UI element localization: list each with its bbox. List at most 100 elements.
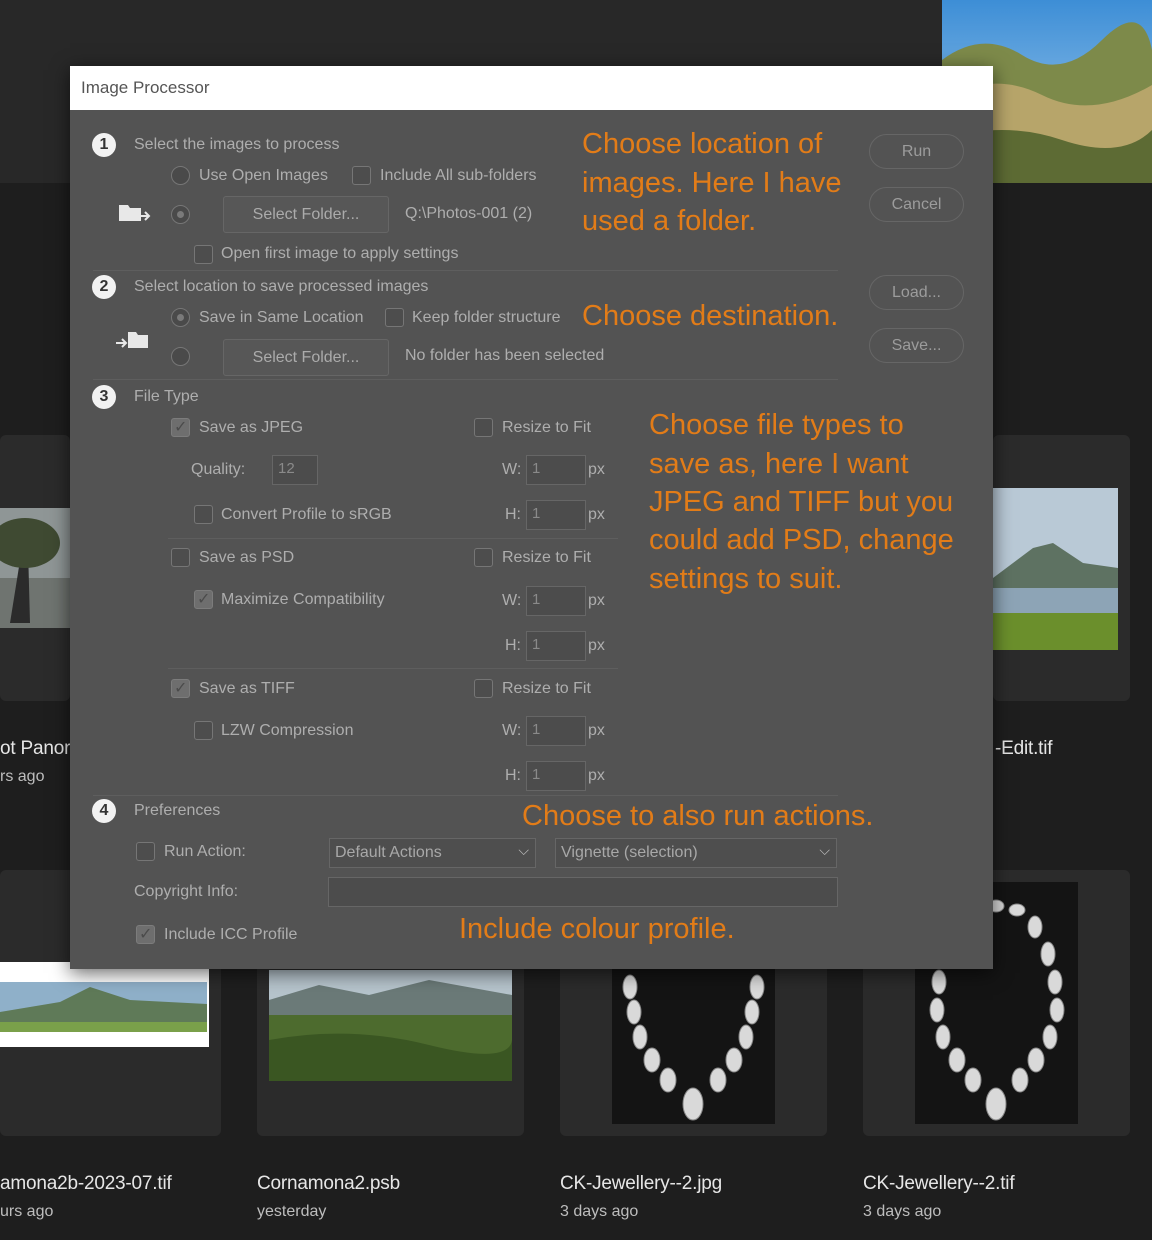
divider: [168, 668, 618, 669]
quality-label: Quality:: [191, 461, 246, 478]
cancel-button[interactable]: Cancel: [869, 187, 964, 222]
jpeg-resize-checkbox[interactable]: [474, 418, 493, 437]
psd-resize-label: Resize to Fit: [502, 549, 591, 566]
step-4-badge: 4: [92, 799, 116, 823]
annotation-line: Choose to also run actions.: [522, 800, 874, 832]
tiff-resize-checkbox[interactable]: [474, 679, 493, 698]
psd-resize-checkbox[interactable]: [474, 548, 493, 567]
save-as-jpeg-checkbox[interactable]: [171, 417, 190, 437]
maximize-compatibility-checkbox[interactable]: [194, 589, 213, 609]
save-as-tiff-checkbox[interactable]: [171, 678, 190, 698]
keep-folder-structure-checkbox[interactable]: [385, 308, 404, 327]
annotation-line: used a folder.: [582, 205, 757, 237]
jpeg-width-unit: px: [588, 461, 605, 478]
jpeg-resize-label: Resize to Fit: [502, 419, 591, 436]
psd-height-unit: px: [588, 637, 605, 654]
step-1-badge: 1: [92, 133, 116, 157]
jpeg-height-unit: px: [588, 506, 605, 523]
include-icc-label: Include ICC Profile: [164, 926, 298, 943]
tiff-resize-label: Resize to Fit: [502, 680, 591, 697]
thumbnail-mountain-lake: [993, 488, 1118, 650]
copyright-label: Copyright Info:: [134, 883, 239, 900]
jpeg-height-label: H:: [505, 506, 521, 523]
divider: [168, 538, 618, 539]
copyright-input[interactable]: [328, 877, 838, 907]
tiff-width-label: W:: [502, 722, 522, 739]
file-date: 3 days ago: [863, 1203, 942, 1220]
action-set-select[interactable]: Default Actions ⌵: [329, 838, 536, 868]
file-name[interactable]: Cornamona2.psb: [257, 1173, 400, 1195]
run-button[interactable]: Run: [869, 134, 964, 169]
psd-width-unit: px: [588, 592, 605, 609]
keep-folder-structure-label: Keep folder structure: [412, 309, 561, 326]
include-subfolders-checkbox[interactable]: [352, 166, 371, 185]
step-2-badge: 2: [92, 275, 116, 299]
run-action-label: Run Action:: [164, 843, 246, 860]
annotation-line: save as, here I want: [649, 448, 909, 480]
annotation-line: images. Here I have: [582, 167, 842, 199]
tiff-width-input[interactable]: 1: [526, 716, 586, 746]
annotation-line: Choose location of: [582, 128, 823, 160]
file-name[interactable]: -Edit.tif: [995, 738, 1053, 760]
open-first-image-label: Open first image to apply settings: [221, 245, 459, 262]
save-as-psd-label: Save as PSD: [199, 549, 295, 566]
tiff-height-label: H:: [505, 767, 521, 784]
action-value: Vignette (selection): [561, 844, 698, 861]
dialog-title[interactable]: Image Processor: [70, 66, 993, 110]
section-3-title: File Type: [134, 388, 199, 405]
jpeg-width-input[interactable]: 1: [526, 455, 586, 485]
save-same-location-radio[interactable]: [171, 308, 190, 327]
file-date: urs ago: [0, 1203, 54, 1220]
tiff-height-input[interactable]: 1: [526, 761, 586, 791]
quality-input[interactable]: 12: [272, 455, 318, 485]
file-name[interactable]: CK-Jewellery--2.jpg: [560, 1173, 722, 1195]
maximize-compatibility-label: Maximize Compatibility: [221, 591, 385, 608]
use-open-images-label: Use Open Images: [199, 167, 328, 184]
use-open-images-radio[interactable]: [171, 166, 190, 185]
thumbnail-panorama-lake: [0, 962, 209, 1047]
file-name[interactable]: ot Panora: [0, 738, 81, 760]
tiff-width-unit: px: [588, 722, 605, 739]
section-2-title: Select location to save processed images: [134, 278, 429, 295]
folder-destination-icon: [116, 332, 148, 348]
save-same-location-label: Save in Same Location: [199, 309, 364, 326]
convert-profile-label: Convert Profile to sRGB: [221, 506, 392, 523]
file-name[interactable]: amona2b-2023-07.tif: [0, 1173, 172, 1195]
lzw-compression-checkbox[interactable]: [194, 721, 213, 740]
select-source-folder-button[interactable]: Select Folder...: [223, 196, 389, 233]
divider: [93, 795, 838, 796]
select-destination-folder-button[interactable]: Select Folder...: [223, 339, 389, 376]
annotation-line: Choose destination.: [582, 300, 839, 332]
chevron-down-icon: ⌵: [819, 842, 830, 858]
psd-width-input[interactable]: 1: [526, 586, 586, 616]
thumbnail-cornamona: [269, 970, 512, 1081]
open-first-image-checkbox[interactable]: [194, 245, 213, 264]
destination-folder-status: No folder has been selected: [405, 347, 605, 364]
file-name[interactable]: CK-Jewellery--2.tif: [863, 1173, 1015, 1195]
tiff-height-unit: px: [588, 767, 605, 784]
psd-height-input[interactable]: 1: [526, 631, 586, 661]
file-date: rs ago: [0, 768, 45, 785]
save-as-jpeg-label: Save as JPEG: [199, 419, 304, 436]
chevron-down-icon: ⌵: [518, 842, 529, 858]
annotation-line: settings to suit.: [649, 563, 843, 595]
convert-profile-checkbox[interactable]: [194, 505, 213, 524]
destination-folder-radio[interactable]: [171, 347, 190, 366]
run-action-checkbox[interactable]: [136, 842, 155, 861]
annotation-line: Choose file types to: [649, 409, 904, 441]
annotation-line: Include colour profile.: [459, 913, 735, 945]
include-icc-checkbox[interactable]: [136, 924, 155, 944]
step-3-badge: 3: [92, 385, 116, 409]
jpeg-width-label: W:: [502, 461, 522, 478]
save-button[interactable]: Save...: [869, 328, 964, 363]
section-1-title: Select the images to process: [134, 136, 340, 153]
psd-height-label: H:: [505, 637, 521, 654]
save-as-psd-checkbox[interactable]: [171, 548, 190, 567]
action-select[interactable]: Vignette (selection) ⌵: [555, 838, 837, 868]
select-folder-radio[interactable]: [171, 205, 190, 224]
file-date: yesterday: [257, 1203, 327, 1220]
load-button[interactable]: Load...: [869, 275, 964, 310]
jpeg-height-input[interactable]: 1: [526, 500, 586, 530]
divider: [93, 270, 838, 271]
save-as-tiff-label: Save as TIFF: [199, 680, 295, 697]
